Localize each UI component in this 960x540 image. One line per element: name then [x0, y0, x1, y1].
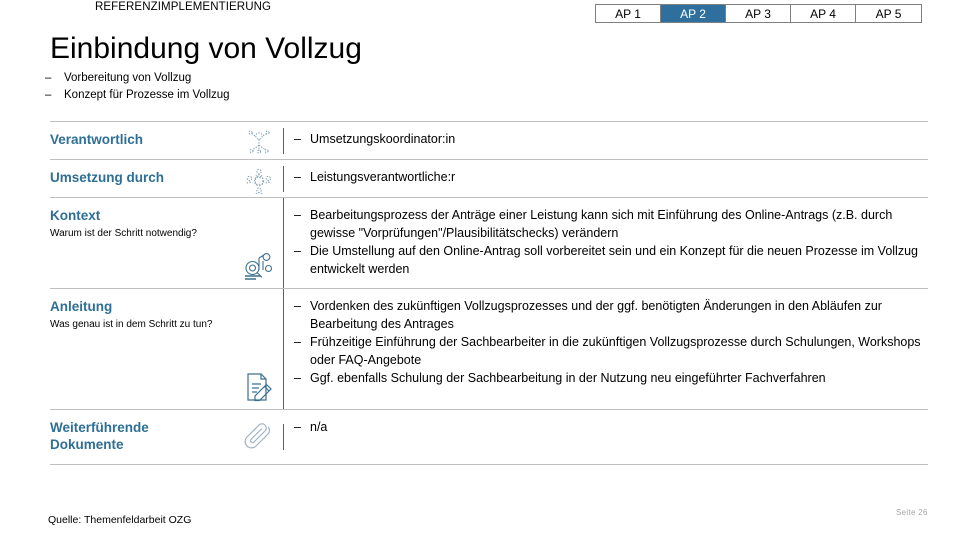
detail-table: Verantwortlich – Umsetzungskoordinator:i… [50, 121, 928, 465]
tab-ap-2[interactable]: AP 2 [661, 5, 726, 22]
ap-tab-bar: AP 1 AP 2 AP 3 AP 4 AP 5 [595, 4, 922, 23]
table-row: Umsetzung durch – Leistungsverantwortlic… [50, 159, 928, 197]
page-title: Einbindung von Vollzug [50, 32, 362, 65]
bullet-text: Leistungsverantwortliche:r [310, 170, 456, 184]
tab-ap-1[interactable]: AP 1 [596, 5, 661, 22]
magnifier-document-icon [235, 198, 283, 288]
dash-glyph: – [294, 208, 301, 222]
paperclip-icon [235, 410, 283, 464]
source-note: Quelle: Themenfeldarbeit OZG [48, 514, 192, 526]
tab-ap-5[interactable]: AP 5 [856, 5, 921, 22]
row-label: Umsetzung durch [50, 170, 165, 185]
table-row: Kontext Warum ist der Schritt notwendig? [50, 197, 928, 288]
subtitle-item: – Vorbereitung von Vollzug [42, 70, 562, 87]
row-content-cell: – Bearbeitungsprozess der Anträge einer … [284, 198, 928, 288]
row-sublabel: Warum ist der Schritt notwendig? [50, 228, 197, 239]
dash-glyph: – [294, 170, 301, 184]
dash-glyph: – [45, 72, 52, 84]
row-sublabel: Was genau ist in dem Schritt zu tun? [50, 319, 213, 330]
person-network-icon [235, 122, 283, 159]
row-content-cell: – Vordenken des zukünftigen Vollzugsproz… [284, 289, 928, 409]
bullet-text: Umsetzungskoordinator:in [310, 132, 456, 146]
row-label: Weiterführende Dokumente [50, 420, 149, 452]
row-content-cell: – Leistungsverantwortliche:r [284, 160, 928, 197]
dash-glyph: – [294, 244, 301, 258]
row-content-cell: – Umsetzungskoordinator:in [284, 122, 928, 159]
row-label-cell: Anleitung Was genau ist in dem Schritt z… [50, 289, 235, 409]
dash-glyph: – [45, 89, 52, 101]
table-row: Weiterführende Dokumente – n/a [50, 409, 928, 465]
eyebrow-label: REFERENZIMPLEMENTIERUNG [94, 1, 272, 13]
bullet-text: Vordenken des zukünftigen Vollzugsprozes… [310, 299, 882, 331]
bullet-item: – Leistungsverantwortliche:r [294, 168, 928, 186]
subtitle-item: – Konzept für Prozesse im Vollzug [42, 87, 562, 104]
page-number: Seite 26 [896, 508, 928, 517]
row-label-cell: Verantwortlich [50, 122, 235, 159]
row-content-cell: – n/a [284, 410, 928, 464]
row-label-cell: Kontext Warum ist der Schritt notwendig? [50, 198, 235, 288]
document-pencil-icon [235, 289, 283, 409]
tab-ap-4[interactable]: AP 4 [791, 5, 856, 22]
bullet-item: – Ggf. ebenfalls Schulung der Sachbearbe… [294, 369, 928, 387]
subtitle-text: Konzept für Prozesse im Vollzug [64, 89, 230, 101]
row-label: Anleitung [50, 299, 113, 314]
bullet-text: Frühzeitige Einführung der Sachbearbeite… [310, 335, 921, 367]
tab-ap-3[interactable]: AP 3 [726, 5, 791, 22]
subtitle-list: – Vorbereitung von Vollzug – Konzept für… [42, 70, 562, 104]
bullet-text: Bearbeitungsprozess der Anträge einer Le… [310, 208, 893, 240]
bullet-text: n/a [310, 420, 328, 434]
bullet-item: – Die Umstellung auf den Online-Antrag s… [294, 242, 928, 278]
row-label: Verantwortlich [50, 132, 144, 147]
people-group-icon [235, 160, 283, 197]
bullet-text: Ggf. ebenfalls Schulung der Sachbearbeit… [310, 371, 826, 385]
row-label-cell: Weiterführende Dokumente [50, 410, 235, 464]
bullet-text: Die Umstellung auf den Online-Antrag sol… [310, 244, 918, 276]
dash-glyph: – [294, 335, 301, 349]
dash-glyph: – [294, 420, 301, 434]
row-label: Kontext [50, 208, 101, 223]
dash-glyph: – [294, 371, 301, 385]
bullet-item: – Frühzeitige Einführung der Sachbearbei… [294, 333, 928, 369]
bullet-item: – Vordenken des zukünftigen Vollzugsproz… [294, 297, 928, 333]
row-label-cell: Umsetzung durch [50, 160, 235, 197]
bullet-item: – n/a [294, 418, 928, 436]
bullet-item: – Bearbeitungsprozess der Anträge einer … [294, 206, 928, 242]
table-row: Anleitung Was genau ist in dem Schritt z… [50, 288, 928, 409]
dash-glyph: – [294, 299, 301, 313]
subtitle-text: Vorbereitung von Vollzug [64, 72, 192, 84]
bullet-item: – Umsetzungskoordinator:in [294, 130, 928, 148]
dash-glyph: – [294, 132, 301, 146]
table-row: Verantwortlich – Umsetzungskoordinator:i… [50, 121, 928, 159]
